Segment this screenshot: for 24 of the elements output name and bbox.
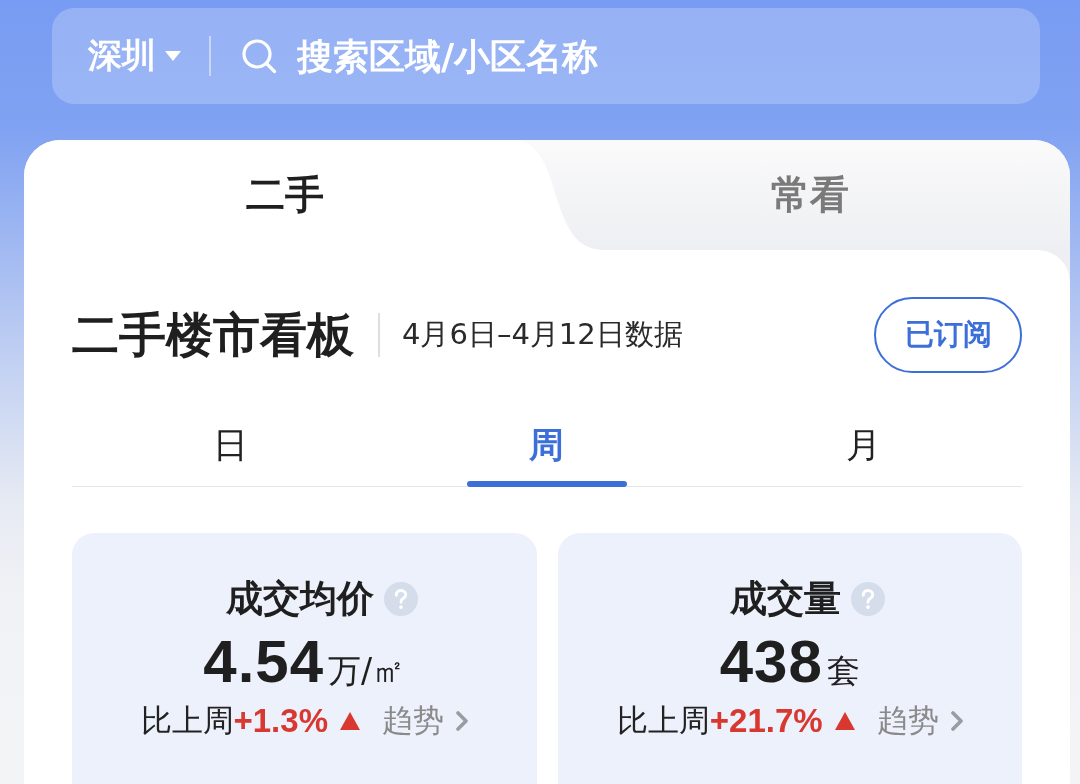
subscribe-button[interactable]: 已订阅 (874, 297, 1022, 373)
stat-value: 438 (719, 627, 823, 696)
period-tab[interactable]: 月 (705, 404, 1022, 486)
compare-label: 比上周 (616, 701, 710, 740)
stat-title: 成交量 (730, 576, 842, 622)
caret-icon (165, 51, 181, 61)
board-title: 二手楼市看板 (72, 305, 354, 364)
stat-unit: 套 (826, 650, 860, 692)
period-tab[interactable]: 日 (72, 404, 389, 486)
stat-title: 成交均价 (226, 576, 375, 622)
chevron-right-icon (456, 711, 468, 731)
change-percent: +21.7% (709, 702, 823, 740)
trend-link[interactable]: 趋势 (876, 700, 963, 742)
stat-value: 4.54 (203, 627, 325, 696)
period-tab[interactable]: 周 (388, 404, 706, 486)
change-percent: +1.3% (233, 702, 328, 740)
search-icon (241, 38, 277, 74)
chevron-right-icon (950, 711, 963, 731)
trend-link[interactable]: 趋势 (382, 700, 468, 742)
stat-unit: 万/㎡ (328, 650, 406, 692)
compare-label: 比上周 (140, 701, 234, 740)
help-icon[interactable] (384, 582, 419, 616)
date-range: 4月6日–4月12日数据 (402, 316, 683, 353)
help-icon[interactable] (851, 582, 886, 616)
